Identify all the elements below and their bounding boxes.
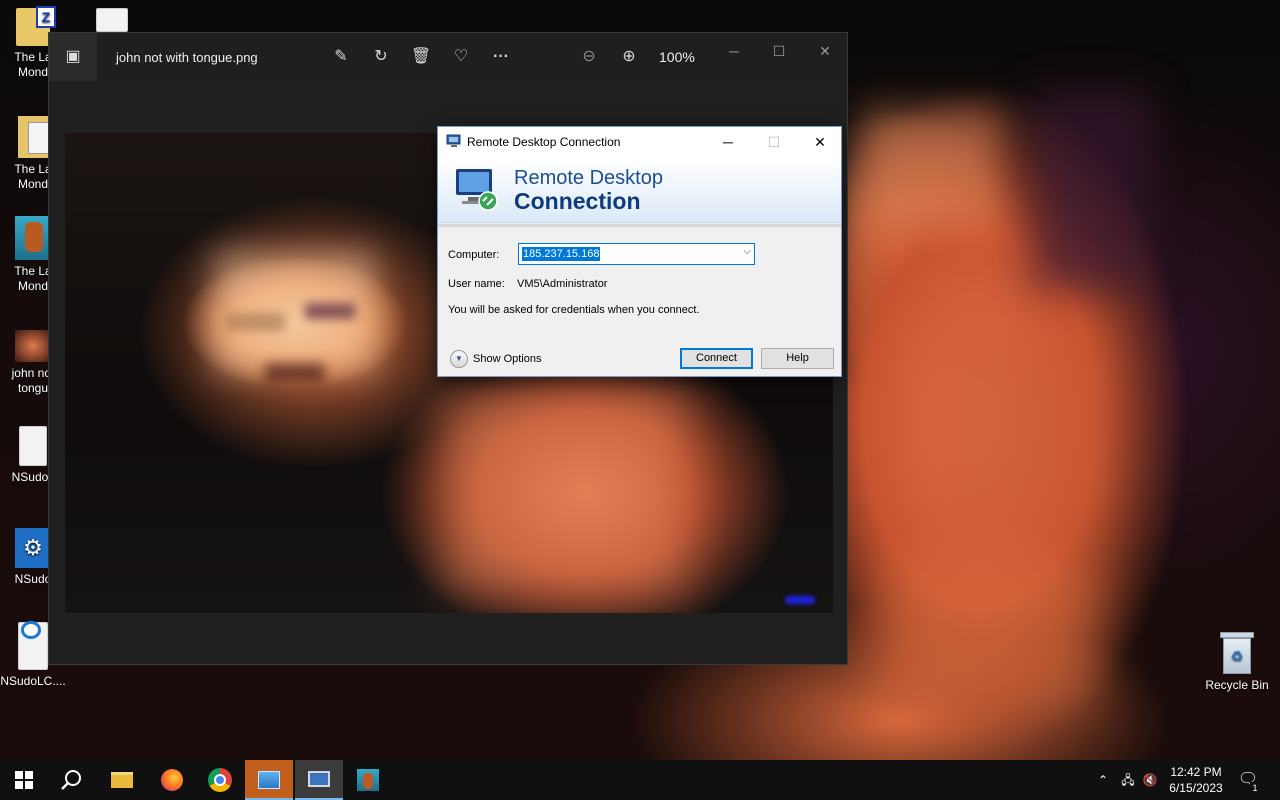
folder-icon: Z — [16, 6, 56, 46]
minimize-button[interactable]: ─ — [714, 39, 754, 63]
chrome-icon[interactable] — [196, 760, 244, 800]
rdc-minimize-button[interactable]: ─ — [705, 127, 751, 157]
photos-app-taskbar-icon[interactable] — [245, 760, 293, 800]
file-icon — [18, 621, 48, 670]
desktop-icon-label: Recycle Bin — [1205, 678, 1269, 692]
clock-time: 12:42 PM — [1170, 765, 1222, 779]
computer-label: Computer: — [448, 249, 500, 261]
zoom-out-icon[interactable]: ⊖ — [577, 45, 601, 69]
firefox-icon[interactable] — [148, 760, 196, 800]
computer-combobox[interactable]: 185.237.15.168 ⌵ — [518, 243, 755, 265]
file-icon — [96, 8, 128, 32]
rdc-separator — [438, 224, 841, 227]
taskbar-clock[interactable]: 12:42 PM 6/15/2023 — [1160, 764, 1232, 796]
photo-file-name: john not with tongue.png — [116, 50, 258, 65]
connect-button[interactable]: Connect — [680, 348, 753, 369]
zoom-level[interactable]: 100% — [659, 49, 695, 65]
rdc-maximize-button: ☐ — [767, 134, 781, 150]
remote-desktop-icon — [446, 134, 461, 147]
file-explorer-icon[interactable] — [98, 760, 146, 800]
image-app-taskbar-icon[interactable] — [344, 760, 392, 800]
edit-icon[interactable]: ✎ — [329, 45, 353, 69]
computer-field-value[interactable]: 185.237.15.168 — [522, 247, 601, 261]
rotate-icon[interactable]: ↻ — [369, 45, 393, 69]
network-icon[interactable]: 🖧 — [1117, 760, 1139, 800]
volume-muted-icon[interactable]: 🔇 — [1140, 760, 1160, 800]
clock-date: 6/15/2023 — [1169, 781, 1223, 795]
photo-blue-spot — [785, 596, 815, 604]
close-button[interactable]: ✕ — [805, 39, 845, 63]
chevron-up-icon[interactable]: ⌃ — [1094, 760, 1112, 800]
photo-app-icon[interactable]: ▣ — [49, 33, 97, 81]
rdc-banner-line1: Remote Desktop — [514, 167, 663, 189]
maximize-button[interactable]: ☐ — [759, 39, 799, 63]
remote-desktop-taskbar-icon[interactable] — [295, 760, 343, 800]
remote-desktop-dialog: Remote Desktop Connection ─ ☐ ✕ Remote D… — [437, 126, 842, 377]
magnifier-icon — [61, 770, 81, 790]
image-thumbnail-icon — [15, 330, 51, 362]
document-folder-icon — [18, 116, 50, 158]
help-button[interactable]: Help — [761, 348, 834, 369]
settings-app-icon: ⚙ — [15, 528, 51, 568]
notification-count: 1 — [1250, 782, 1260, 794]
rdc-banner-line2: Connection — [514, 188, 641, 214]
file-icon — [19, 426, 47, 466]
taskbar: ⌃ 🖧 🔇 12:42 PM 6/15/2023 🗨 1 — [0, 760, 1280, 800]
rdc-window-title: Remote Desktop Connection — [467, 135, 621, 149]
rdc-titlebar: Remote Desktop Connection ─ ☐ ✕ — [438, 127, 841, 157]
username-value: VM5\Administrator — [517, 278, 608, 290]
start-button[interactable] — [0, 760, 48, 800]
show-options-link[interactable]: Show Options — [473, 353, 541, 365]
z-badge-icon: Z — [36, 6, 56, 28]
desktop-icon-label: NSudoLC.... — [0, 674, 66, 688]
rdc-banner: Remote Desktop Connection — [438, 157, 841, 223]
rdc-close-button[interactable]: ✕ — [797, 127, 843, 157]
chevron-down-icon[interactable]: ⌵ — [743, 246, 751, 257]
expand-options-icon[interactable]: ▼ — [450, 350, 468, 368]
more-options-icon[interactable]: ··· — [489, 45, 513, 69]
zoom-in-icon[interactable]: ⊕ — [617, 45, 641, 69]
notification-center-icon[interactable]: 🗨 — [1236, 760, 1260, 800]
desktop-icon-recycle-bin[interactable]: ♻ Recycle Bin — [1202, 632, 1272, 693]
heart-icon[interactable]: ♡ — [449, 45, 473, 69]
search-icon[interactable] — [48, 760, 96, 800]
shortcut-image-icon — [15, 216, 51, 260]
trash-icon[interactable]: 🗑 — [409, 45, 433, 69]
credentials-note: You will be asked for credentials when y… — [448, 304, 700, 316]
recycle-bin-icon: ♻ — [1220, 632, 1254, 674]
photos-titlebar: ▣ john not with tongue.png ✎ ↻ 🗑 ♡ ··· ⊖… — [49, 33, 847, 81]
remote-desktop-logo-icon — [456, 169, 498, 211]
windows-logo-icon — [15, 771, 33, 789]
username-label: User name: — [448, 278, 505, 290]
